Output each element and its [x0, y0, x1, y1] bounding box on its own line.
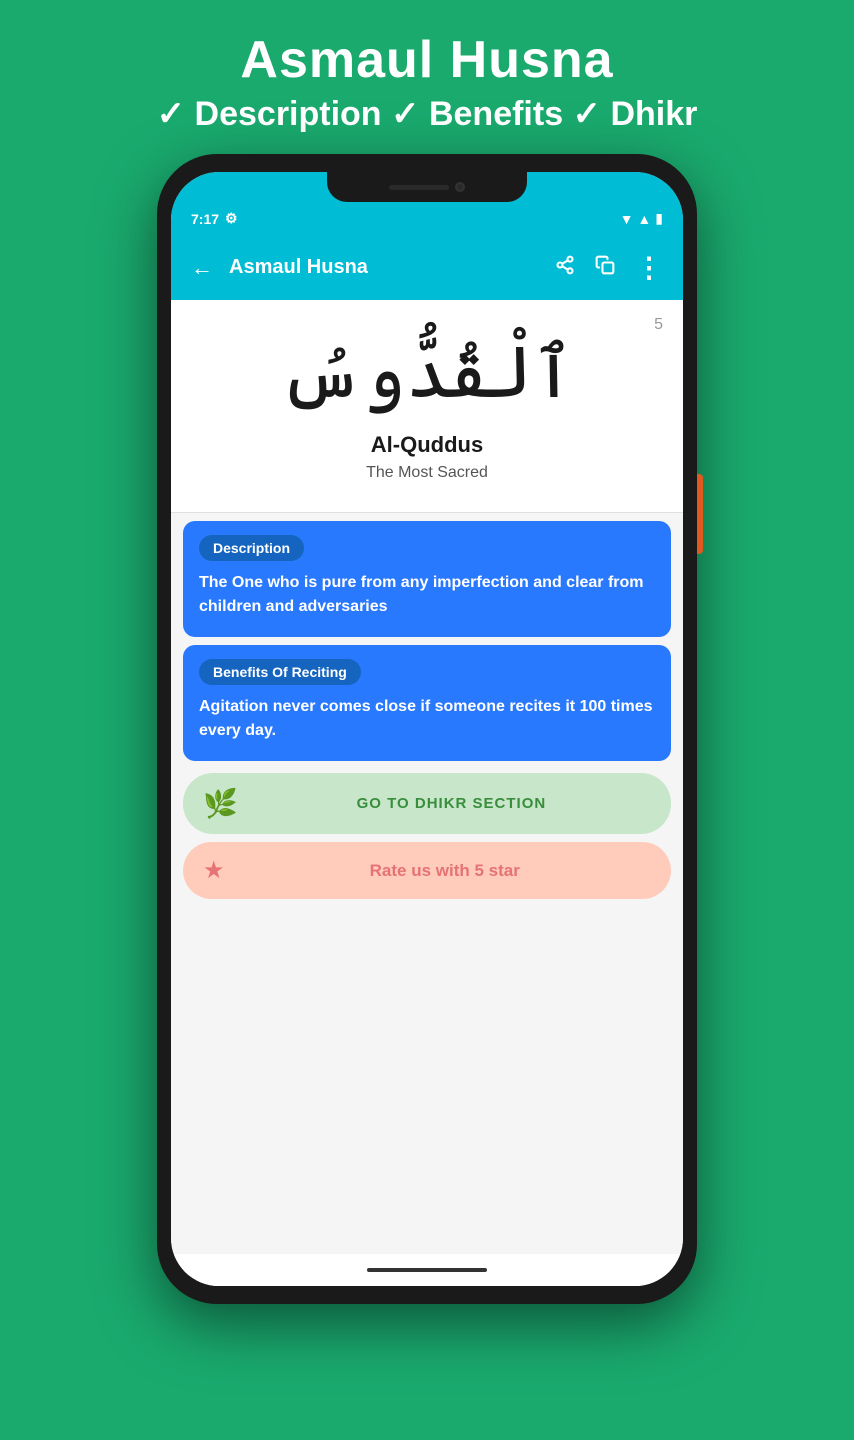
name-number: 5	[654, 316, 663, 334]
copy-button[interactable]	[591, 251, 619, 285]
name-latin: Al-Quddus	[191, 432, 663, 458]
description-text: The One who is pure from any imperfectio…	[199, 571, 655, 619]
share-button[interactable]	[551, 251, 579, 285]
star-icon: ★	[203, 856, 225, 885]
time-display: 7:17	[191, 211, 219, 227]
phone-wrapper: 7:17 ⚙ ▼ ▲ ▮ ← Asmaul Husna	[157, 154, 697, 1304]
rate-label: Rate us with 5 star	[239, 861, 651, 881]
dhikr-button[interactable]: 🌿 GO TO DHIKR SECTION	[183, 773, 671, 834]
status-right: ▼ ▲ ▮	[620, 210, 663, 227]
rate-button[interactable]: ★ Rate us with 5 star	[183, 842, 671, 899]
benefits-label: Benefits Of Reciting	[199, 659, 361, 685]
more-button[interactable]: ⋮	[631, 247, 667, 288]
dhikr-icon: 🌿	[203, 787, 238, 820]
screen-content: 5 ٱلْقُدُّوسُ Al-Quddus The Most Sacred …	[171, 300, 683, 1254]
benefits-card: Benefits Of Reciting Agitation never com…	[183, 645, 671, 761]
main-title: Asmaul Husna	[157, 30, 698, 90]
name-meaning: The Most Sacred	[191, 464, 663, 482]
signal-icon: ▲	[637, 211, 651, 227]
main-subtitle: ✓ Description ✓ Benefits ✓ Dhikr	[157, 94, 698, 134]
arabic-card: 5 ٱلْقُدُّوسُ Al-Quddus The Most Sacred	[171, 300, 683, 513]
phone-screen: 7:17 ⚙ ▼ ▲ ▮ ← Asmaul Husna	[171, 172, 683, 1286]
home-indicator	[367, 1268, 487, 1272]
wifi-icon: ▼	[620, 211, 634, 227]
app-bar: ← Asmaul Husna ⋮	[171, 235, 683, 300]
camera	[455, 182, 465, 192]
status-left: 7:17 ⚙	[191, 210, 238, 227]
settings-icon: ⚙	[225, 210, 238, 227]
arabic-text: ٱلْقُدُّوسُ	[191, 330, 663, 416]
description-label: Description	[199, 535, 304, 561]
battery-icon: ▮	[655, 210, 663, 227]
back-button[interactable]: ←	[187, 251, 217, 285]
page-header: Asmaul Husna ✓ Description ✓ Benefits ✓ …	[137, 0, 718, 154]
notch	[327, 172, 527, 202]
description-card: Description The One who is pure from any…	[183, 521, 671, 637]
dhikr-label: GO TO DHIKR SECTION	[252, 795, 651, 812]
speaker	[389, 185, 449, 190]
side-button	[697, 474, 703, 554]
home-bar	[171, 1254, 683, 1286]
app-bar-title: Asmaul Husna	[229, 256, 539, 279]
benefits-text: Agitation never comes close if someone r…	[199, 695, 655, 743]
